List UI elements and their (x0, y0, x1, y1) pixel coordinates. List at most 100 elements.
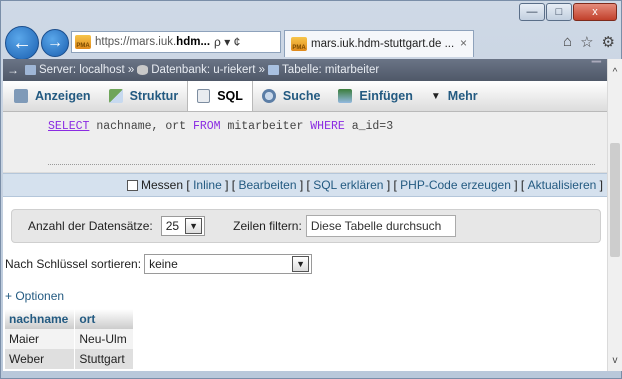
tab-sql[interactable]: SQL (187, 81, 253, 111)
tab-close-icon[interactable]: × (460, 36, 467, 50)
tab-insert-label: Einfügen (359, 89, 413, 103)
filter-rows-input[interactable]: Diese Tabelle durchsuch (305, 215, 456, 237)
sort-by-key-select[interactable]: keine ▼ (144, 254, 313, 274)
breadcrumb-table[interactable]: Tabelle: mitarbeiter (268, 64, 379, 76)
table-cell: Maier (5, 329, 76, 349)
main-menu: Anzeigen Struktur SQL Suche Einfügen ▼ M… (3, 81, 607, 112)
sql-select-keyword[interactable]: SELECT (48, 120, 89, 133)
home-icon[interactable]: ⌂ (563, 33, 572, 51)
sql-divider (48, 164, 595, 165)
url-host: hdm... (176, 36, 211, 48)
sql-query-box: SELECT nachname, ort FROM mitarbeiter WH… (3, 112, 607, 173)
browser-window: — □ x ← → PMA https://mars.iuk.hdm... ρ … (0, 0, 622, 379)
navigation-bar: ← → PMA https://mars.iuk.hdm... ρ ▾ ¢ PM… (1, 25, 621, 60)
filter-rows-label: Zeilen filtern: (233, 219, 302, 233)
database-icon (137, 65, 149, 75)
bracket: ] (599, 178, 603, 192)
breadcrumb-database[interactable]: Datenbank: u-riekert » (137, 64, 265, 76)
sql-from-keyword: FROM (192, 120, 221, 133)
sql-icon (197, 89, 211, 103)
address-bar[interactable]: PMA https://mars.iuk.hdm... ρ ▾ ¢ (71, 31, 281, 53)
sql-query: SELECT nachname, ort FROM mitarbeiter WH… (3, 120, 607, 133)
window-controls: — □ x (518, 3, 617, 21)
table-cell: Neu-Ulm (74, 329, 134, 349)
bracket: ] [ (225, 178, 236, 192)
explain-sql-link[interactable]: SQL erklären (313, 178, 383, 192)
tab-more[interactable]: ▼ Mehr (422, 81, 487, 111)
browser-toolbar-icons: ⌂ ☆ ⚙ (563, 33, 615, 51)
rows-count-value: 25 (165, 219, 180, 233)
maximize-button[interactable]: □ (546, 3, 572, 21)
tab-title: mars.iuk.hdm-stuttgart.de ... (311, 38, 455, 50)
bracket: [ (186, 178, 190, 192)
chevron-down-icon: ▼ (430, 90, 441, 102)
bracket: ] [ (386, 178, 397, 192)
structure-icon (108, 89, 123, 103)
scrollbar-thumb[interactable] (610, 143, 620, 257)
tab-structure[interactable]: Struktur (100, 81, 188, 111)
result-table: nachname ort Maier Neu-Ulm Weber Stuttga… (5, 309, 134, 369)
tab-sql-label: SQL (217, 89, 243, 103)
navigation-controls: Anzahl der Datensätze: 25 ▼ Zeilen filte… (11, 209, 601, 243)
refresh-link[interactable]: Aktualisieren (528, 178, 597, 192)
table-header-row: nachname ort (5, 309, 134, 329)
collapse-icon[interactable]: ▔ (592, 61, 601, 75)
star-icon[interactable]: ☆ (580, 33, 593, 51)
chevron-down-icon: ▼ (185, 218, 203, 234)
inline-link[interactable]: Inline (193, 178, 222, 192)
sql-condition: a_id=3 (344, 120, 394, 133)
title-bar: — □ x (1, 1, 621, 25)
close-window-button[interactable]: x (573, 3, 617, 21)
address-url[interactable]: https://mars.iuk.hdm... (95, 36, 210, 48)
table-cell: Stuttgart (74, 349, 134, 369)
edit-link[interactable]: Bearbeiten (238, 178, 296, 192)
tab-structure-label: Struktur (129, 89, 179, 103)
page-content: → Server: localhost » Datenbank: u-rieke… (3, 59, 607, 371)
gear-icon[interactable]: ⚙ (602, 33, 615, 51)
tab-browse[interactable]: Anzeigen (5, 81, 100, 111)
rows-count-select[interactable]: 25 ▼ (160, 216, 206, 236)
breadcrumb-arrow-icon[interactable]: → (7, 63, 19, 77)
search-icon (261, 89, 276, 103)
rows-count-label: Anzahl der Datensätze: (28, 219, 153, 233)
table-cell: Weber (5, 349, 76, 369)
url-prefix: https://mars.iuk. (95, 36, 177, 48)
table-row[interactable]: Maier Neu-Ulm (5, 329, 134, 349)
table-row[interactable]: Weber Stuttgart (5, 349, 134, 369)
sort-row: Nach Schlüssel sortieren: keine ▼ (3, 253, 607, 275)
scroll-up-icon[interactable]: ^ (608, 67, 622, 81)
insert-icon (338, 89, 353, 103)
address-tools-icon[interactable]: ρ ▾ ¢ (214, 35, 240, 49)
bracket: ] [ (514, 178, 525, 192)
sql-table: mitarbeiter (220, 120, 311, 133)
tab-search-label: Suche (282, 89, 321, 103)
tab-search[interactable]: Suche (253, 81, 330, 111)
browser-tab[interactable]: PMA mars.iuk.hdm-stuttgart.de ... × (284, 30, 474, 57)
column-header-ort[interactable]: ort (74, 309, 134, 329)
tab-insert[interactable]: Einfügen (329, 81, 421, 111)
column-header-nachname[interactable]: nachname (5, 309, 76, 329)
scroll-down-icon[interactable]: v (608, 355, 622, 369)
vertical-scrollbar[interactable]: ^ v (607, 59, 622, 371)
breadcrumb-database-label: Datenbank: u-riekert » (151, 64, 266, 76)
tab-more-label: Mehr (447, 89, 478, 103)
chevron-down-icon: ▼ (292, 256, 310, 272)
profiling-checkbox[interactable] (127, 179, 138, 191)
options-link[interactable]: + Optionen (3, 289, 607, 303)
forward-button[interactable]: → (41, 29, 69, 57)
profiling-label: Messen (141, 178, 184, 192)
create-php-code-link[interactable]: PHP-Code erzeugen (400, 178, 511, 192)
table-icon (268, 65, 280, 75)
sql-where-keyword: WHERE (310, 120, 345, 133)
phpmyadmin-favicon: PMA (75, 35, 91, 49)
server-icon (25, 65, 36, 75)
browse-icon (14, 89, 28, 103)
breadcrumb: → Server: localhost » Datenbank: u-rieke… (3, 59, 607, 81)
sort-by-key-label: Nach Schlüssel sortieren: (5, 257, 142, 271)
sql-columns: nachname, ort (89, 120, 193, 133)
breadcrumb-server[interactable]: Server: localhost » (25, 64, 134, 76)
tab-favicon: PMA (291, 37, 307, 51)
bracket: ] [ (299, 178, 310, 192)
back-button[interactable]: ← (5, 26, 39, 60)
minimize-button[interactable]: — (519, 3, 545, 21)
